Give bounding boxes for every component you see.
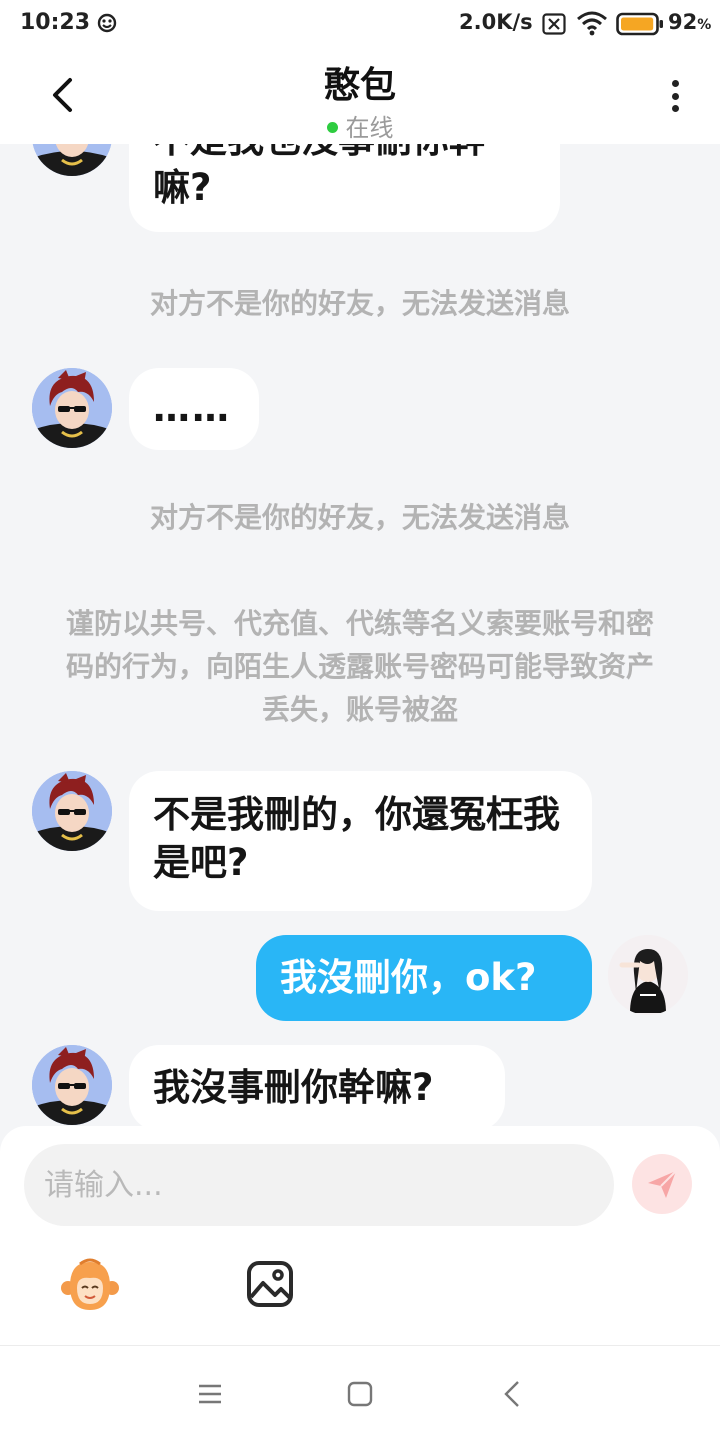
system-notice: 对方不是你的好友，无法发送消息 bbox=[149, 501, 570, 534]
message-row: …… bbox=[0, 368, 720, 458]
message-row: 我沒事刪你幹嘛? bbox=[0, 1045, 720, 1128]
contact-avatar[interactable] bbox=[32, 1045, 112, 1125]
system-nav-bar bbox=[0, 1345, 720, 1440]
my-message-bubble[interactable]: 我沒刪你，ok? bbox=[256, 935, 592, 1021]
contact-avatar[interactable] bbox=[32, 144, 112, 176]
my-avatar[interactable] bbox=[608, 935, 688, 1015]
contact-avatar[interactable] bbox=[32, 771, 112, 851]
security-warning: 谨防以共号、代充值、代练等名义索要账号和密码的行为，向陌生人透露账号密码可能导致… bbox=[65, 607, 654, 726]
status-time: 10:23 bbox=[20, 10, 91, 35]
home-square-icon bbox=[347, 1381, 373, 1407]
back-icon bbox=[504, 1381, 519, 1407]
paper-plane-icon bbox=[648, 1170, 677, 1198]
message-bubble[interactable]: 不是我刪的，你還冤枉我是吧? bbox=[129, 771, 592, 911]
message-row: 不是我也沒事刪你幹嘛? bbox=[0, 144, 720, 238]
image-icon[interactable] bbox=[245, 1259, 295, 1309]
more-dot bbox=[671, 105, 679, 112]
more-dot bbox=[671, 80, 679, 87]
battery-percent: 92% bbox=[668, 10, 711, 34]
battery-percent-unit: % bbox=[697, 17, 712, 33]
phone-screen: 10:23 2.0K/s 92% 憨包 在线 嘛? 对方不是你的好友，无法发送消… bbox=[0, 0, 720, 1440]
nav-back-button[interactable] bbox=[494, 1376, 530, 1412]
online-dot-icon bbox=[326, 122, 338, 133]
message-bubble[interactable]: …… bbox=[129, 368, 259, 450]
message-bubble[interactable]: 不是我也沒事刪你幹嘛? bbox=[129, 144, 560, 232]
sim-x-icon bbox=[542, 13, 566, 35]
home-button[interactable] bbox=[342, 1376, 378, 1412]
message-list[interactable]: 不是我也沒事刪你幹嘛? 对方不是你的好友，无法发送消息 …… 对方不是你的好友，… bbox=[0, 144, 720, 1128]
send-button[interactable] bbox=[632, 1154, 692, 1214]
online-status-label: 在线 bbox=[345, 114, 394, 142]
message-bubble[interactable]: 我沒事刪你幹嘛? bbox=[129, 1045, 505, 1128]
contact-avatar[interactable] bbox=[32, 368, 112, 448]
notification-icon bbox=[97, 13, 117, 33]
system-notice: 对方不是你的好友，无法发送消息 bbox=[149, 287, 570, 320]
monkey-emoji-icon[interactable] bbox=[60, 1256, 120, 1316]
battery-percent-value: 92 bbox=[668, 10, 698, 34]
battery-icon bbox=[616, 12, 663, 36]
message-row: 不是我刪的，你還冤枉我是吧? bbox=[0, 771, 720, 911]
contact-name: 憨包 bbox=[323, 65, 396, 106]
wifi-icon bbox=[577, 11, 607, 36]
menu-icon bbox=[199, 1384, 221, 1404]
online-status: 在线 bbox=[0, 108, 720, 143]
menu-button[interactable] bbox=[192, 1376, 228, 1412]
chat-header: 憨包 在线 bbox=[0, 48, 720, 144]
network-speed: 2.0K/s bbox=[459, 10, 533, 34]
status-bar: 10:23 2.0K/s 92% bbox=[0, 0, 720, 48]
input-panel bbox=[0, 1126, 720, 1346]
message-input[interactable] bbox=[24, 1144, 614, 1226]
more-dot bbox=[671, 92, 679, 100]
message-row-mine: 我沒刪你，ok? bbox=[0, 935, 720, 1021]
more-options-button[interactable] bbox=[660, 76, 690, 116]
